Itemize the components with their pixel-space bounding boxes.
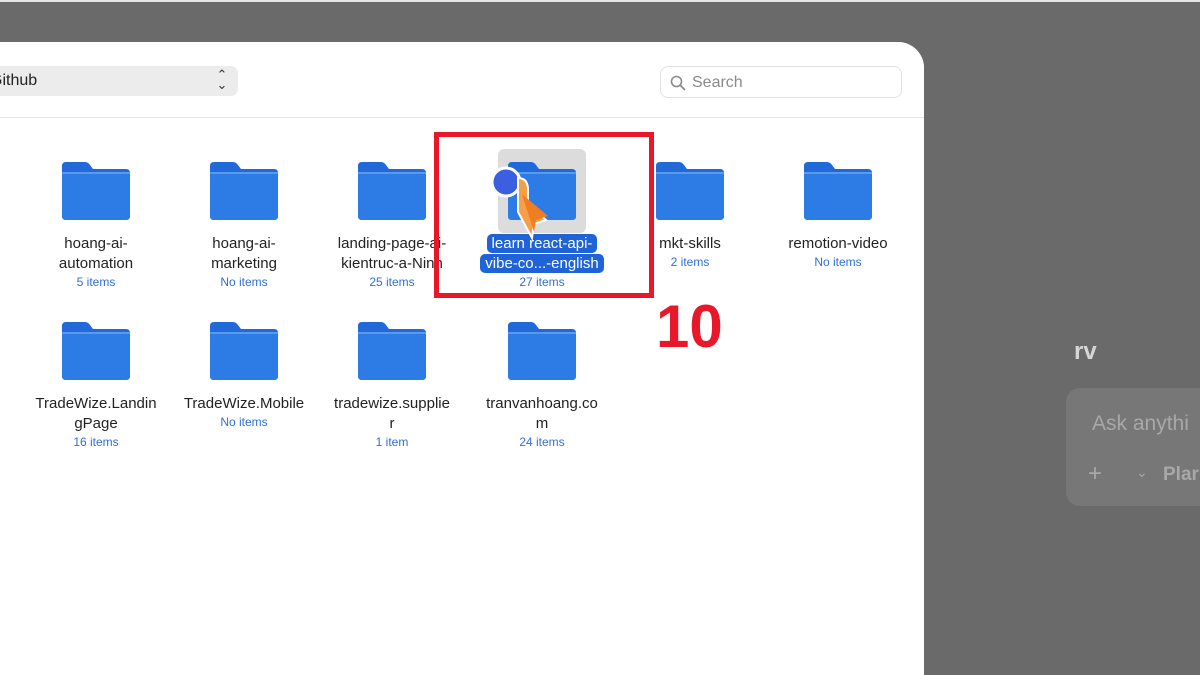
folder-item-count: No items <box>220 275 268 289</box>
search-field[interactable]: Search <box>660 66 902 98</box>
folder-name: hoang-ai-marketing <box>174 234 314 274</box>
folder-name-text: tradewize.supplie <box>334 395 450 412</box>
folder-name-text: remotion-video <box>788 235 888 252</box>
folder-icon-wrapper <box>174 160 314 222</box>
finder-toolbar: Github ⌃⌄ Search <box>0 42 924 118</box>
folder-item[interactable]: TradeWize.Landin gPage 16 items <box>26 320 166 450</box>
folder-name-text: TradeWize.Mobile <box>183 395 305 412</box>
folder-icon-wrapper <box>472 320 612 382</box>
folder-name-text: marketing <box>211 255 277 272</box>
folder-icon <box>508 322 576 380</box>
folder-name-text: landing-page-ai- <box>337 235 447 252</box>
folder-name-text: gPage <box>74 415 118 432</box>
hand-cursor-icon <box>490 166 548 242</box>
folder-item[interactable]: tranvanhoang.co m 24 items <box>472 320 612 450</box>
folder-item-count: 1 item <box>375 435 409 449</box>
folder-name-text: hoang-ai- <box>212 235 276 252</box>
folder-icon <box>210 162 278 220</box>
folder-name: tranvanhoang.co m <box>472 394 612 434</box>
folder-name-text: kientruc-a-Ninh <box>341 255 443 272</box>
folder-item[interactable]: TradeWize.Mobile No items <box>174 320 314 430</box>
folder-item[interactable]: hoang-ai-automation 5 items <box>26 160 166 290</box>
folder-item-count: 24 items <box>519 435 565 449</box>
folder-item-count: 5 items <box>76 275 116 289</box>
folder-name-text: hoang-ai- <box>64 235 128 252</box>
folder-icon-wrapper <box>322 320 462 382</box>
step-number: 10 <box>656 293 723 360</box>
folder-name: TradeWize.Landin gPage <box>26 394 166 434</box>
up-down-chevron-icon: ⌃ ⌄ <box>216 67 228 92</box>
background-app-title: rv <box>1074 338 1097 365</box>
mode-selector[interactable]: Plar <box>1163 464 1199 486</box>
path-label: Github <box>0 72 38 89</box>
folder-name-text: r <box>389 415 395 432</box>
folder-icon-wrapper <box>26 320 166 382</box>
folder-icon-wrapper <box>768 160 908 222</box>
folder-item-count: No items <box>220 415 268 429</box>
folder-icon <box>656 162 724 220</box>
folder-name: remotion-video <box>768 234 908 254</box>
folder-name: tradewize.supplie r <box>322 394 462 434</box>
folder-item-count: No items <box>814 255 862 269</box>
background-input-card <box>1066 388 1200 506</box>
add-icon[interactable]: + <box>1088 460 1102 488</box>
search-icon <box>670 75 686 91</box>
folder-name: hoang-ai-automation <box>26 234 166 274</box>
path-popup-button[interactable]: Github ⌃⌄ <box>0 66 238 96</box>
folder-item[interactable]: tradewize.supplie r 1 item <box>322 320 462 450</box>
folder-icon <box>62 322 130 380</box>
folder-icon <box>62 162 130 220</box>
folder-icon <box>804 162 872 220</box>
background-chat-input[interactable]: Ask anythi <box>1092 412 1189 436</box>
folder-icon-wrapper <box>26 160 166 222</box>
folder-name: TradeWize.Mobile <box>174 394 314 414</box>
folder-name-text: TradeWize.Landin <box>35 395 157 412</box>
folder-name-text: m <box>535 415 549 432</box>
folder-icon <box>358 162 426 220</box>
folder-icon <box>210 322 278 380</box>
folder-icon-wrapper <box>174 320 314 382</box>
folder-item[interactable]: hoang-ai-marketing No items <box>174 160 314 290</box>
folder-name-text: mkt-skills <box>659 235 721 252</box>
folder-name-text: automation <box>58 255 134 272</box>
folder-item[interactable]: remotion-video No items <box>768 160 908 270</box>
search-placeholder: Search <box>692 74 743 91</box>
chevron-down-icon[interactable]: ⌄ <box>1136 464 1148 481</box>
folder-name-text: tranvanhoang.co <box>486 395 598 412</box>
folder-icon <box>358 322 426 380</box>
folder-item-count: 16 items <box>73 435 119 449</box>
